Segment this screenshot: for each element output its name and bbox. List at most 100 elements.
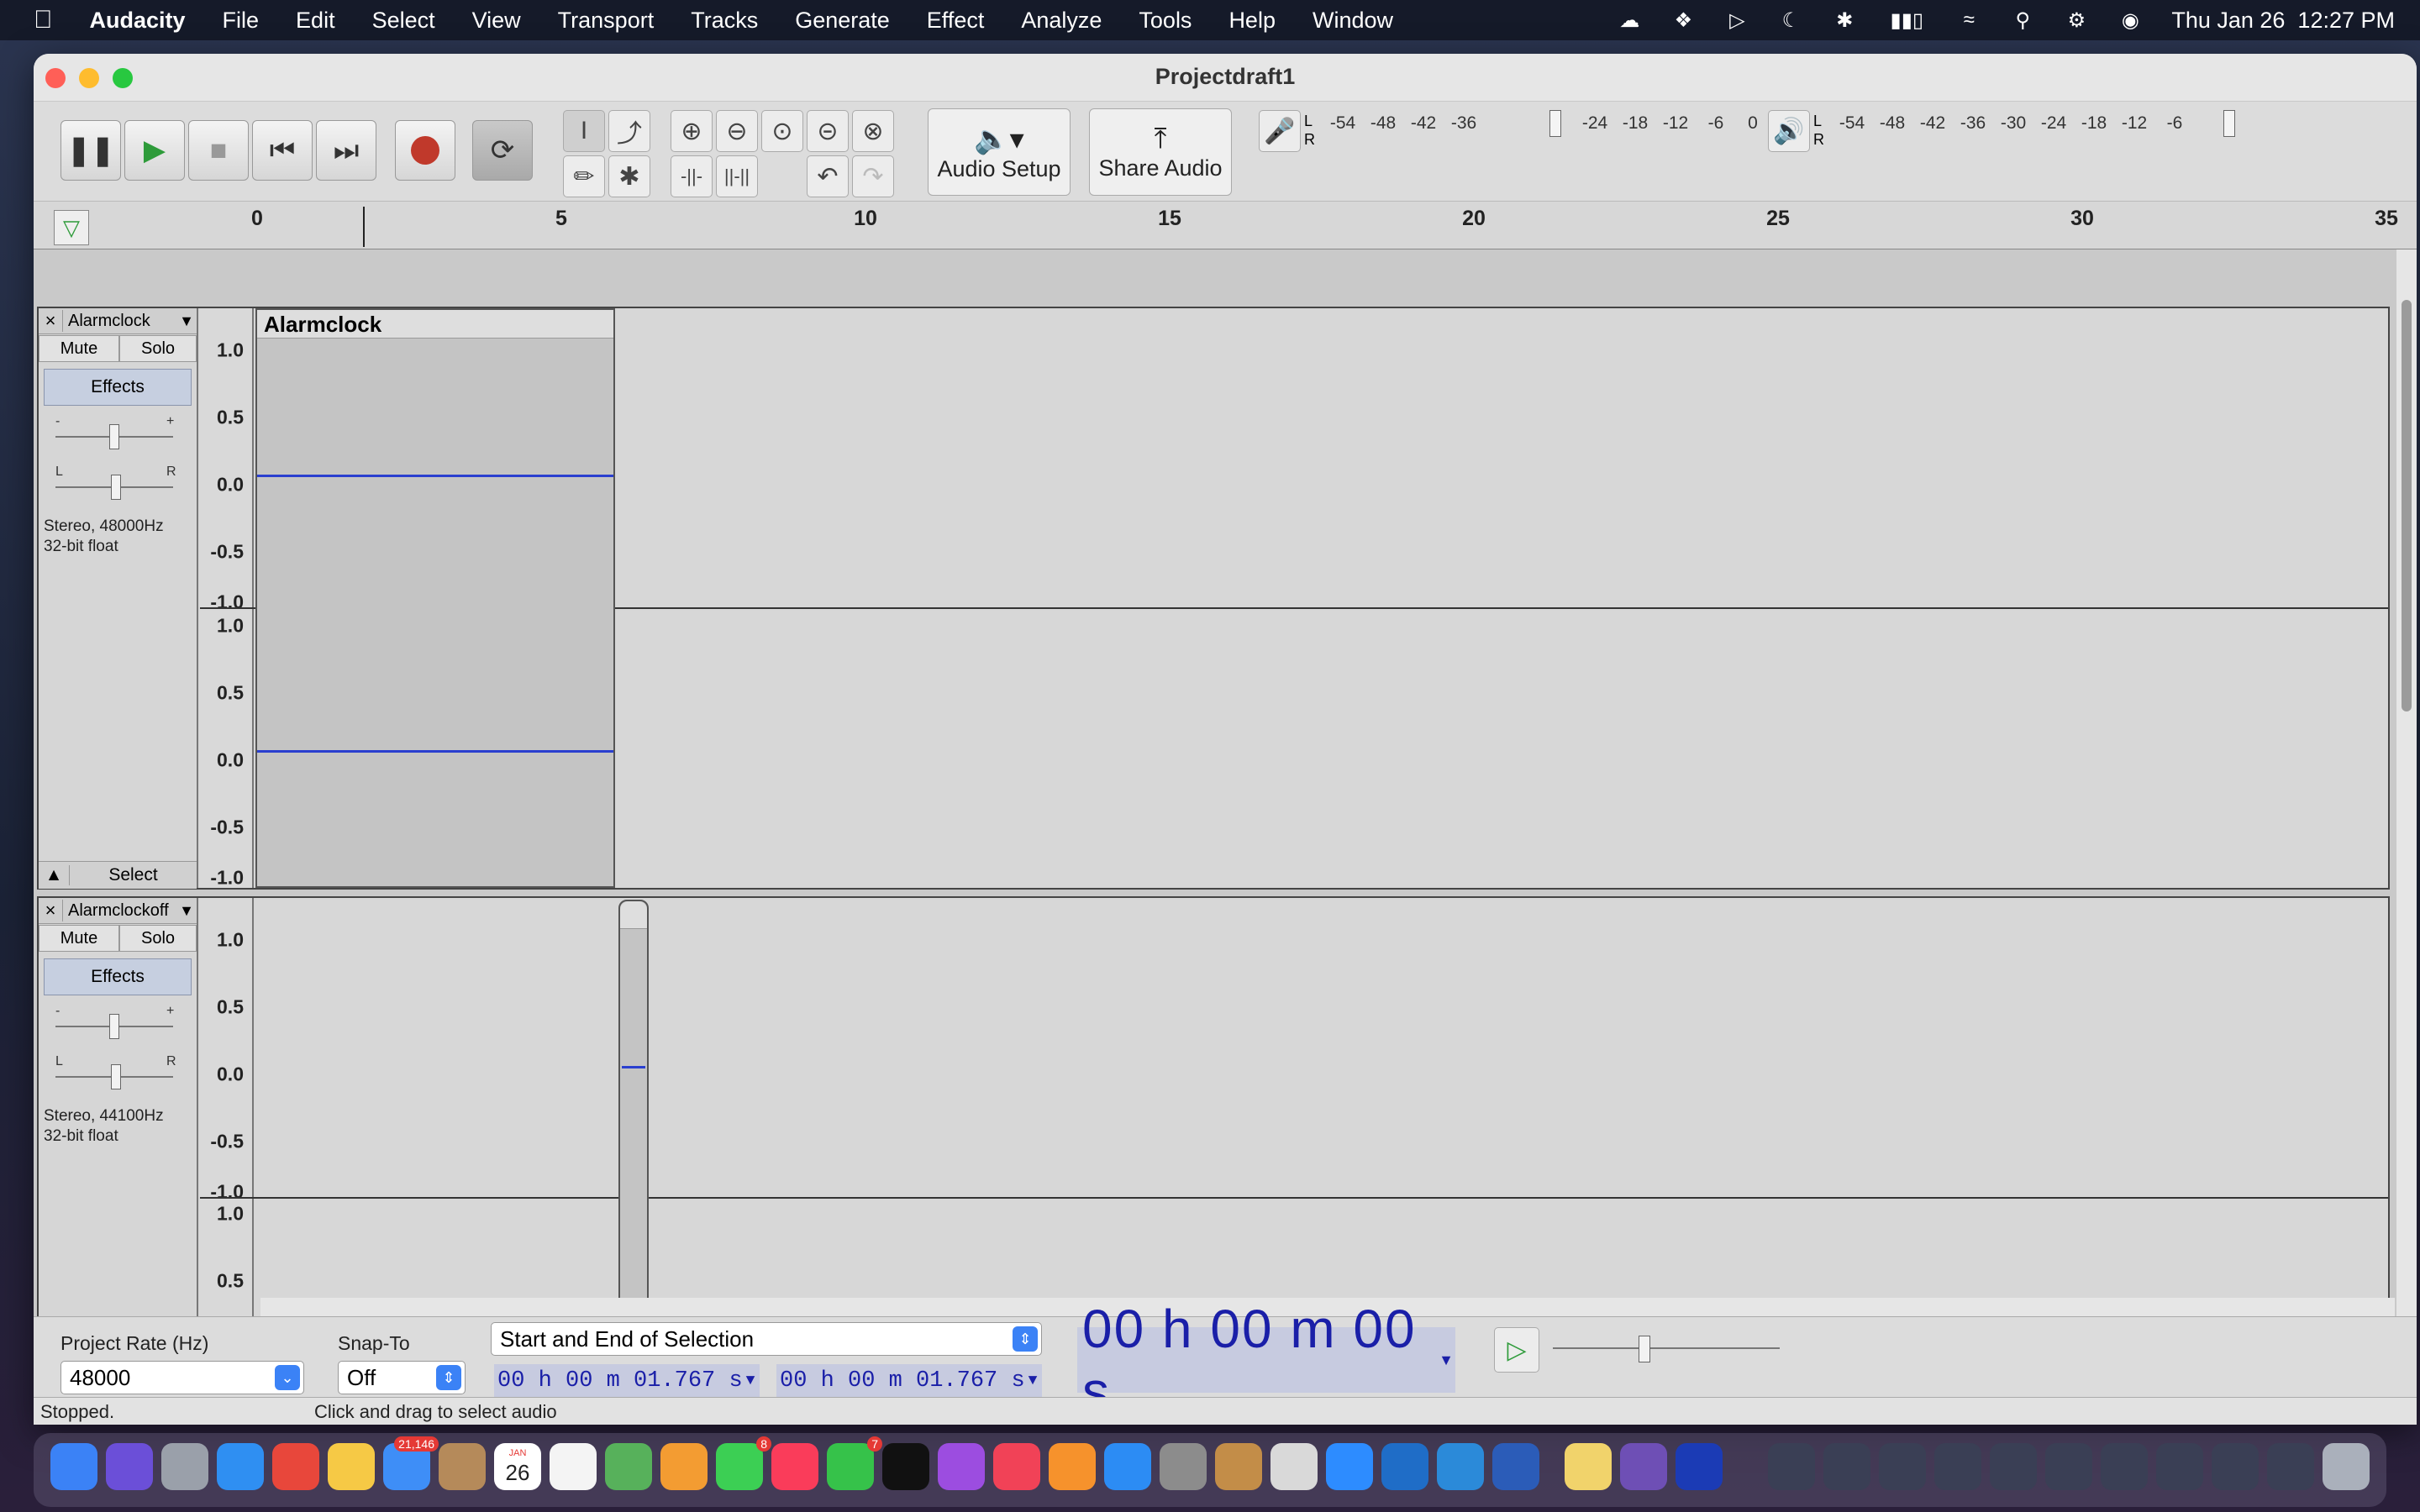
play-speed-slider[interactable] <box>1553 1336 1780 1362</box>
timeline-ruler[interactable]: ▽ 0 5 10 15 20 25 30 35 <box>34 202 2417 249</box>
maps-icon[interactable] <box>605 1443 652 1490</box>
wifi-icon[interactable]: ≈ <box>1956 8 1981 31</box>
close-track-icon[interactable]: × <box>39 900 63 921</box>
share-audio-button[interactable]: ⤒ Share Audio <box>1089 108 1232 196</box>
zoom-out-button[interactable]: ⊖ <box>716 110 758 152</box>
selection-end-value[interactable]: 00 h 00 m 01.767 s <box>780 1368 1025 1394</box>
minimized-window-icon[interactable] <box>1823 1443 1870 1490</box>
track-name-bar[interactable]: × Alarmclockoff ▼ <box>39 898 197 924</box>
envelope-tool-button[interactable]: ⤴ <box>608 110 650 152</box>
minimized-window-icon[interactable] <box>2101 1443 2148 1490</box>
vertical-scrollbar-thumb[interactable] <box>2402 300 2412 711</box>
time-format-menu-icon[interactable]: ▼ <box>1439 1352 1455 1369</box>
pan-slider-knob[interactable] <box>111 1064 121 1089</box>
menu-window[interactable]: Window <box>1294 8 1412 34</box>
skip-to-end-button[interactable]: ⏭ <box>316 120 376 181</box>
vscode-icon[interactable] <box>1437 1443 1484 1490</box>
draw-tool-button[interactable]: ✏ <box>563 155 605 197</box>
word-icon[interactable] <box>1492 1443 1539 1490</box>
zoom-app-icon[interactable] <box>1326 1443 1373 1490</box>
github-desktop-icon[interactable] <box>1620 1443 1667 1490</box>
record-button[interactable] <box>395 120 455 181</box>
up-down-arrows-icon[interactable]: ⇕ <box>1013 1326 1038 1352</box>
effects-button[interactable]: Effects <box>44 958 192 995</box>
menubar-clock[interactable]: Thu Jan 26 12:27 PM <box>2171 8 2395 34</box>
stop-button[interactable]: ■ <box>188 120 249 181</box>
audacity-dock-icon[interactable] <box>1676 1443 1723 1490</box>
creative-cloud-icon[interactable]: ☁ <box>1617 9 1642 32</box>
photos-icon[interactable] <box>660 1443 708 1490</box>
skip-to-start-button[interactable]: ⏮ <box>252 120 313 181</box>
books-icon[interactable] <box>1049 1443 1096 1490</box>
solo-button[interactable]: Solo <box>119 925 197 952</box>
moon-icon[interactable]: ☾ <box>1778 9 1803 32</box>
close-track-icon[interactable]: × <box>39 310 63 332</box>
time-format-menu-icon[interactable]: ▼ <box>746 1373 755 1389</box>
selection-end-time[interactable]: 00 h 00 m 01.767 s ▼ <box>776 1364 1042 1398</box>
gain-slider-knob[interactable] <box>109 1014 119 1039</box>
minimized-window-icon[interactable] <box>2156 1443 2203 1490</box>
track-name[interactable]: Alarmclockoff <box>63 901 176 921</box>
reminders-icon[interactable] <box>550 1443 597 1490</box>
record-meter-button[interactable]: 🎤 <box>1259 110 1301 152</box>
apple-tv-icon[interactable] <box>882 1443 929 1490</box>
gain-slider[interactable] <box>55 424 173 449</box>
safari-icon[interactable] <box>217 1443 264 1490</box>
contacts-icon[interactable] <box>439 1443 486 1490</box>
apple-icon[interactable]:  <box>0 6 71 34</box>
timeline-options-button[interactable]: ▽ <box>54 210 89 245</box>
menu-view[interactable]: View <box>454 8 539 34</box>
play-button[interactable]: ▶ <box>124 120 185 181</box>
audio-position-time[interactable]: 00 h 00 m 00 s ▼ <box>1077 1299 1455 1421</box>
menu-app-name[interactable]: Audacity <box>71 8 204 34</box>
time-format-menu-icon[interactable]: ▼ <box>1028 1373 1038 1389</box>
menu-tools[interactable]: Tools <box>1120 8 1210 34</box>
gain-slider[interactable] <box>55 1014 173 1039</box>
playback-meter-button[interactable]: 🔊 <box>1768 110 1810 152</box>
vertical-scrollbar[interactable] <box>2396 249 2417 1316</box>
pan-slider[interactable] <box>55 1064 173 1089</box>
selection-start-value[interactable]: 00 h 00 m 01.767 s <box>497 1368 743 1394</box>
loop-button[interactable]: ⟳ <box>472 120 533 181</box>
battery-icon[interactable]: ▮▮▯ <box>1886 9 1928 32</box>
menu-select[interactable]: Select <box>354 8 454 34</box>
menu-transport[interactable]: Transport <box>539 8 673 34</box>
pencil-app-icon[interactable] <box>1215 1443 1262 1490</box>
menu-generate[interactable]: Generate <box>776 8 908 34</box>
app-store-icon[interactable] <box>1104 1443 1151 1490</box>
solo-button[interactable]: Solo <box>119 335 197 362</box>
siri-icon[interactable]: ◉ <box>2118 9 2143 32</box>
outlook-icon[interactable] <box>1381 1443 1428 1490</box>
minimized-window-icon[interactable] <box>1990 1443 2037 1490</box>
minimized-window-icon[interactable] <box>1934 1443 1981 1490</box>
audio-track[interactable]: × Alarmclock ▼ Mute Solo Effects - + L R… <box>37 307 2390 890</box>
menu-edit[interactable]: Edit <box>277 8 354 34</box>
crossover-icon[interactable] <box>1270 1443 1318 1490</box>
mute-button[interactable]: Mute <box>39 925 119 952</box>
messages-icon[interactable]: 8 <box>716 1436 771 1490</box>
selection-tool-button[interactable]: I <box>563 110 605 152</box>
silence-audio-button[interactable]: ||-|| <box>716 155 758 197</box>
fit-selection-button[interactable]: ⊙ <box>761 110 803 152</box>
pan-slider[interactable] <box>55 475 173 500</box>
chrome-icon[interactable] <box>272 1443 319 1490</box>
menu-effect[interactable]: Effect <box>908 8 1003 34</box>
audio-clip[interactable]: Alarmclock <box>255 308 615 888</box>
track-menu-icon[interactable]: ▼ <box>176 902 197 920</box>
menu-tracks[interactable]: Tracks <box>672 8 776 34</box>
audio-track[interactable]: × Alarmclockoff ▼ Mute Solo Effects - + … <box>37 896 2390 1316</box>
undo-button[interactable]: ↶ <box>807 155 849 197</box>
podcasts-icon[interactable] <box>938 1443 985 1490</box>
system-preferences-icon[interactable] <box>1160 1443 1207 1490</box>
track-menu-icon[interactable]: ▼ <box>176 312 197 330</box>
stickies-icon[interactable] <box>1565 1443 1612 1490</box>
pause-button[interactable]: ❚❚ <box>60 120 121 181</box>
playback-level-knob[interactable] <box>2223 110 2235 137</box>
minimized-window-icon[interactable] <box>2267 1443 2314 1490</box>
menu-file[interactable]: File <box>204 8 278 34</box>
audio-setup-button[interactable]: 🔈▾ Audio Setup <box>928 108 1071 196</box>
play-speed-knob[interactable] <box>1639 1336 1650 1362</box>
clip-title-bar[interactable] <box>620 901 647 929</box>
effects-button[interactable]: Effects <box>44 369 192 406</box>
finder-icon[interactable] <box>50 1443 97 1490</box>
